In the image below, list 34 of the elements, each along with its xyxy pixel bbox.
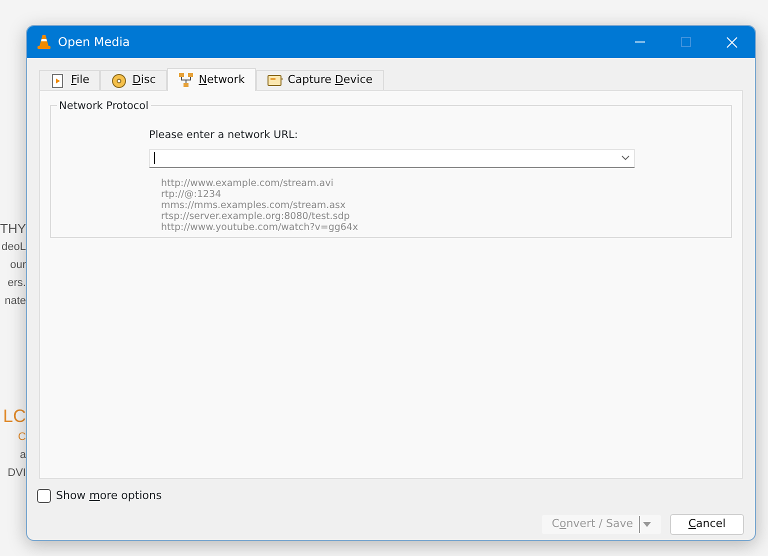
disc-icon	[111, 72, 128, 88]
dropdown-arrow-icon	[643, 522, 651, 526]
page-text: deoL	[2, 242, 26, 253]
page-text: C	[18, 432, 26, 443]
tab[interactable]: Network	[166, 68, 256, 91]
page-heading: THY	[0, 222, 26, 235]
page-text: a	[20, 450, 26, 461]
page-text: ers.	[8, 278, 26, 289]
monitor-icon	[266, 72, 283, 88]
example-url: mms://mms.examples.com/stream.asx	[161, 200, 347, 211]
text-cursor	[154, 152, 155, 164]
page-text: nate	[4, 296, 26, 307]
checkbox[interactable]	[37, 489, 51, 504]
page-heading: LC	[2, 407, 26, 425]
url-field[interactable]	[149, 148, 635, 168]
example-url: rtp://@:1234	[161, 188, 222, 200]
example-url: http://www.youtube.com/watch?v=gg64x	[161, 222, 360, 233]
network-icon	[178, 72, 194, 88]
tab[interactable]: File	[39, 70, 100, 90]
chevron-down-icon	[621, 155, 630, 162]
page-text: DVI	[8, 468, 26, 479]
example-url: rtsp://server.example.org:8080/test.sdp	[161, 210, 351, 222]
tab[interactable]: Disc	[100, 70, 167, 90]
checkbox-label: Show more options	[56, 488, 162, 504]
field-label: Please enter a network URL:	[149, 128, 299, 143]
maximize-icon	[680, 36, 692, 48]
window-title: Open Media	[58, 34, 130, 51]
example-url: http://www.example.com/stream.avi	[161, 178, 334, 189]
traffic-cone-icon	[36, 34, 52, 50]
page-text: our	[10, 260, 26, 271]
document-icon	[50, 72, 66, 88]
close-icon	[726, 36, 738, 48]
tab[interactable]: Capture Device	[256, 70, 384, 90]
cancel-button[interactable]: Cancel	[670, 514, 744, 534]
